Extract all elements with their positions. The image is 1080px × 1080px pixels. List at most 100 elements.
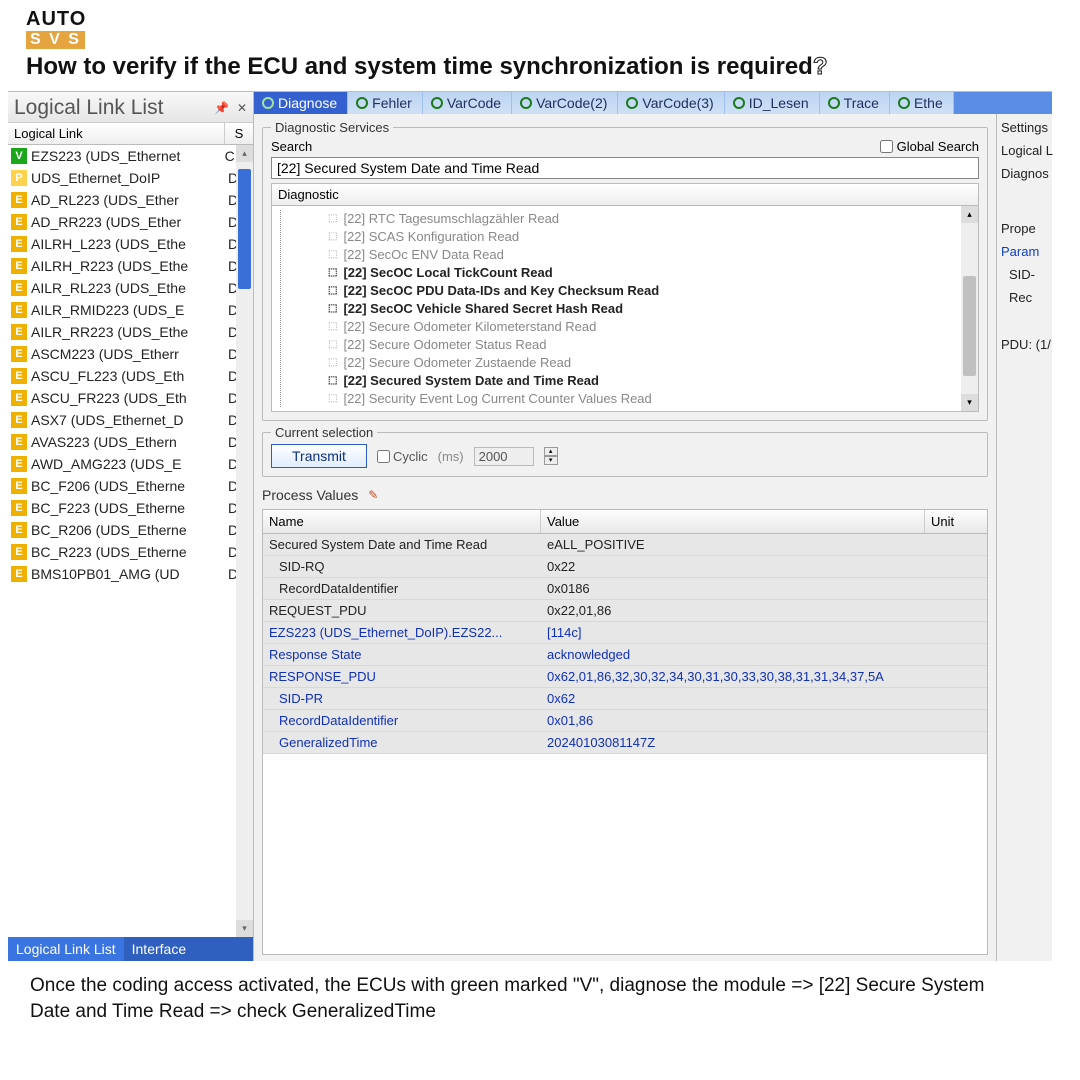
footnote-text: Once the coding access activated, the EC… xyxy=(8,961,1052,1024)
tab-varcode[interactable]: VarCode xyxy=(423,92,512,114)
process-values-title: Process Values✎ xyxy=(262,487,988,503)
link-label: EZS223 (UDS_Ethernet xyxy=(31,148,225,164)
diag-item[interactable]: ⬚[22] SecOc ENV Data Read xyxy=(328,246,978,264)
pv-row[interactable]: EZS223 (UDS_Ethernet_DoIP).EZS22...[114c… xyxy=(263,622,987,644)
pv-row[interactable]: SID-RQ0x22 xyxy=(263,556,987,578)
east-panel: Settings Logical L Diagnos Prope Param S… xyxy=(996,114,1052,961)
link-row[interactable]: EASCU_FR223 (UDS_EthD xyxy=(8,387,253,409)
link-row[interactable]: EBC_R206 (UDS_EtherneD xyxy=(8,519,253,541)
link-row[interactable]: EBC_F223 (UDS_EtherneD xyxy=(8,497,253,519)
pv-col-value[interactable]: Value xyxy=(541,510,925,533)
link-label: ASX7 (UDS_Ethernet_D xyxy=(31,412,228,428)
pv-unit xyxy=(925,732,987,753)
link-tree[interactable]: VEZS223 (UDS_EthernetCˆPUDS_Ethernet_DoI… xyxy=(8,145,253,937)
link-row[interactable]: EAVAS223 (UDS_EthernD xyxy=(8,431,253,453)
link-row[interactable]: EAILRH_L223 (UDS_EtheD xyxy=(8,233,253,255)
pv-col-name[interactable]: Name xyxy=(263,510,541,533)
tab-trace[interactable]: Trace xyxy=(820,92,890,114)
cyclic-checkbox[interactable] xyxy=(377,450,390,463)
transmit-button[interactable]: Transmit xyxy=(271,444,367,468)
east-param[interactable]: Param xyxy=(1001,244,1048,259)
link-row[interactable]: EAILRH_R223 (UDS_EtheD xyxy=(8,255,253,277)
tree-node-icon: ⬚ xyxy=(328,336,337,354)
link-row[interactable]: EBMS10PB01_AMG (UDD xyxy=(8,563,253,585)
global-search-checkbox[interactable] xyxy=(880,140,893,153)
pv-row[interactable]: RecordDataIdentifier0x0186 xyxy=(263,578,987,600)
tab-ethe[interactable]: Ethe xyxy=(890,92,954,114)
tree-node-icon: ⬚ xyxy=(328,228,337,246)
link-row[interactable]: EAD_RL223 (UDS_EtherD xyxy=(8,189,253,211)
tab-varcode(2)[interactable]: VarCode(2) xyxy=(512,92,618,114)
east-diagnos: Diagnos xyxy=(1001,166,1048,181)
close-icon[interactable]: ✕ xyxy=(237,101,247,115)
diag-list[interactable]: ⬚[22] RTC Tagesumschlagzähler Read⬚[22] … xyxy=(271,206,979,412)
pin-icon[interactable]: 📌 xyxy=(214,101,229,115)
pv-row[interactable]: GeneralizedTime20240103081147Z xyxy=(263,732,987,754)
diag-item[interactable]: ⬚[22] Secured System Date and Time Read xyxy=(328,372,978,390)
diag-item[interactable]: ⬚[22] Secure Odometer Kilometerstand Rea… xyxy=(328,318,978,336)
col-logical-link[interactable]: Logical Link xyxy=(8,123,225,144)
col-s[interactable]: S xyxy=(225,123,253,144)
link-label: UDS_Ethernet_DoIP xyxy=(31,170,228,186)
diag-item[interactable]: ⬚[22] SecOC Local TickCount Read xyxy=(328,264,978,282)
page-title: How to verify if the ECU and system time… xyxy=(26,53,1052,81)
pv-row[interactable]: Secured System Date and Time ReadeALL_PO… xyxy=(263,534,987,556)
link-row[interactable]: EAD_RR223 (UDS_EtherD xyxy=(8,211,253,233)
pv-row[interactable]: REQUEST_PDU0x22,01,86 xyxy=(263,600,987,622)
pv-row[interactable]: RESPONSE_PDU0x62,01,86,32,30,32,34,30,31… xyxy=(263,666,987,688)
pv-value: 0x62 xyxy=(541,688,925,709)
tab-diagnose[interactable]: Diagnose xyxy=(254,92,348,114)
ms-spinner[interactable]: ▴▾ xyxy=(544,447,558,465)
link-row[interactable]: EASCM223 (UDS_EtherrD xyxy=(8,343,253,365)
east-settings[interactable]: Settings xyxy=(1001,120,1048,135)
link-row[interactable]: EAILR_RR223 (UDS_EtheD xyxy=(8,321,253,343)
link-row[interactable]: VEZS223 (UDS_EthernetCˆ xyxy=(8,145,253,167)
pv-row[interactable]: RecordDataIdentifier0x01,86 xyxy=(263,710,987,732)
pv-name: GeneralizedTime xyxy=(263,732,541,753)
pv-name: Response State xyxy=(263,644,541,665)
link-row[interactable]: EBC_F206 (UDS_EtherneD xyxy=(8,475,253,497)
ms-label: (ms) xyxy=(438,449,464,464)
link-row[interactable]: EAWD_AMG223 (UDS_ED xyxy=(8,453,253,475)
pv-col-unit[interactable]: Unit xyxy=(925,510,987,533)
link-badge-icon: E xyxy=(11,390,27,406)
diag-header[interactable]: Diagnostic xyxy=(271,183,979,206)
link-row[interactable]: EBC_R223 (UDS_EtherneD xyxy=(8,541,253,563)
diag-scrollbar[interactable]: ▴ ▾ xyxy=(961,206,978,411)
tab-fehler[interactable]: Fehler xyxy=(348,92,423,114)
tab-id_lesen[interactable]: ID_Lesen xyxy=(725,92,820,114)
pv-tool-icon[interactable]: ✎ xyxy=(368,488,378,502)
diag-item[interactable]: ⬚[22] Secure Odometer Zustaende Read xyxy=(328,354,978,372)
tree-node-icon: ⬚ xyxy=(328,318,337,336)
link-row[interactable]: EAILR_RL223 (UDS_EtheD xyxy=(8,277,253,299)
link-label: ASCU_FR223 (UDS_Eth xyxy=(31,390,228,406)
pv-row[interactable]: Response Stateacknowledged xyxy=(263,644,987,666)
diag-item[interactable]: ⬚[22] Secure Odometer Status Read xyxy=(328,336,978,354)
diag-item[interactable]: ⬚[22] SecOC PDU Data-IDs and Key Checksu… xyxy=(328,282,978,300)
link-badge-icon: E xyxy=(11,324,27,340)
search-input[interactable] xyxy=(271,157,979,179)
diag-item[interactable]: ⬚ [22] SCAS Konfiguration Read xyxy=(328,228,978,246)
tab-led-icon xyxy=(828,97,840,109)
link-row[interactable]: EASX7 (UDS_Ethernet_DD xyxy=(8,409,253,431)
diag-item[interactable]: ⬚[22] RTC Tagesumschlagzähler Read xyxy=(328,210,978,228)
tab-varcode(3)[interactable]: VarCode(3) xyxy=(618,92,724,114)
pv-value: 0x22,01,86 xyxy=(541,600,925,621)
diag-item[interactable]: ⬚[22] Security Event Log Current Counter… xyxy=(328,390,978,408)
logo-svs: S V S xyxy=(26,31,85,49)
tree-node-icon: ⬚ xyxy=(328,390,337,408)
tab-interface[interactable]: Interface xyxy=(124,937,194,961)
diag-item-label: [22] SCAS Konfiguration Read xyxy=(343,228,519,246)
link-label: ASCU_FL223 (UDS_Eth xyxy=(31,368,228,384)
link-label: BC_R223 (UDS_Etherne xyxy=(31,544,228,560)
tab-label: Trace xyxy=(844,95,879,111)
pv-unit xyxy=(925,644,987,665)
tree-scrollbar[interactable]: ▴ ▾ xyxy=(236,145,253,937)
pv-row[interactable]: SID-PR0x62 xyxy=(263,688,987,710)
link-row[interactable]: EASCU_FL223 (UDS_EthD xyxy=(8,365,253,387)
link-row[interactable]: EAILR_RMID223 (UDS_ED xyxy=(8,299,253,321)
link-row[interactable]: PUDS_Ethernet_DoIPD xyxy=(8,167,253,189)
diag-item[interactable]: ⬚[22] SecOC Vehicle Shared Secret Hash R… xyxy=(328,300,978,318)
tree-node-icon: ⬚ xyxy=(328,210,337,228)
tab-logical-link-list[interactable]: Logical Link List xyxy=(8,937,124,961)
